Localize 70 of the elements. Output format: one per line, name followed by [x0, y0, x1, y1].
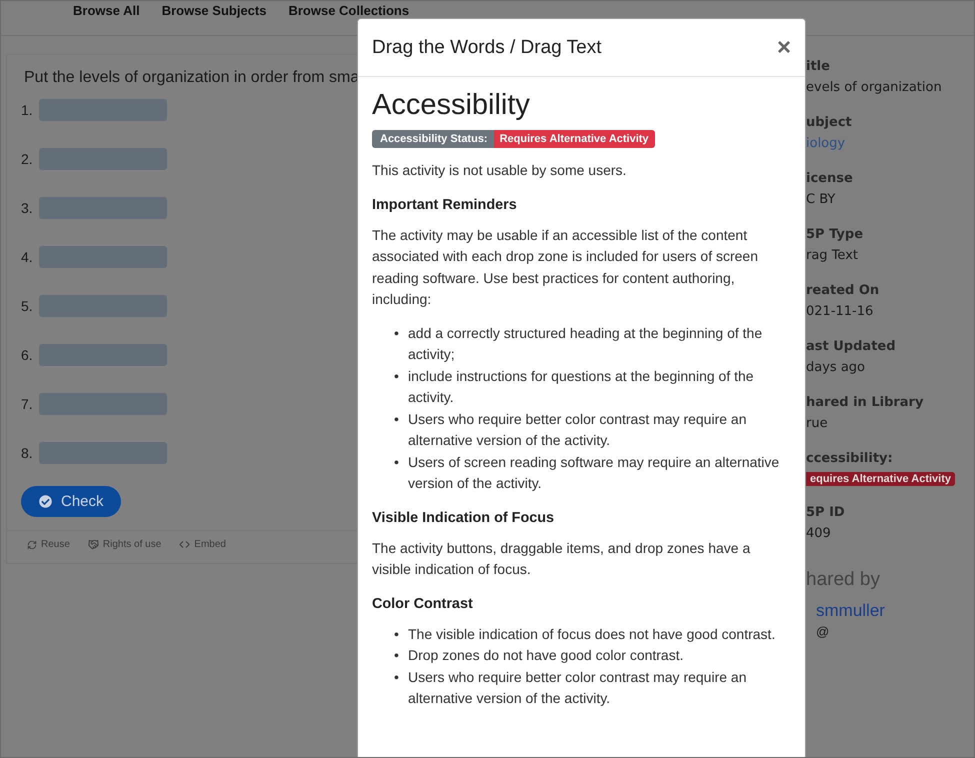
item-number: 1.: [21, 102, 34, 118]
item-number: 5.: [21, 298, 34, 314]
section-heading: Visible Indication of Focus: [372, 510, 556, 526]
section-heading: Important Reminders: [372, 196, 518, 212]
field-label: ccessibility:: [806, 450, 894, 468]
list-item: The visible indication of focus does not have good contrast.: [408, 624, 776, 644]
list-item: include instructions for questions at the beginning of the activity.: [408, 366, 755, 407]
list-bullet: •: [394, 452, 400, 472]
code-icon: [179, 539, 190, 550]
field-value: 021-11-16: [806, 303, 874, 321]
status-badge: Requires Alternative Activity: [494, 130, 655, 148]
field-label: ubject: [806, 114, 853, 132]
list-bullet: •: [394, 324, 400, 342]
reuse-icon: [27, 540, 37, 550]
section-heading: Color Contrast: [372, 596, 474, 612]
close-button[interactable]: ×: [776, 36, 791, 60]
field-value: rag Text: [806, 247, 859, 265]
modal-paragraph: The activity may be usable if an accessible list of the content associated with each drop zone is included for users of screen reading software. Use best practices for content authoring, including:: [372, 226, 759, 309]
field-label: icense: [806, 170, 854, 188]
user-link[interactable]: smmuller: [816, 601, 956, 621]
drop-zone[interactable]: [39, 99, 167, 121]
field-value: C BY: [806, 191, 836, 209]
field-label: hared in Library: [806, 394, 924, 412]
item-number: 6.: [21, 347, 34, 363]
footer-link[interactable]: Rights of use: [88, 539, 162, 550]
item-number: 2.: [21, 151, 34, 167]
drop-zone[interactable]: [39, 197, 167, 219]
drop-zone[interactable]: [39, 246, 167, 268]
field-value: evels of organization: [806, 79, 943, 97]
field-value: 409: [806, 525, 832, 543]
list-bullet: •: [394, 366, 400, 386]
status-badge: equires Alternative Activity: [806, 472, 956, 486]
dialog-heading: Accessibility: [372, 89, 531, 122]
nav-link[interactable]: Browse All: [73, 2, 140, 35]
field-label: 5P ID: [806, 504, 846, 522]
item-number: 8.: [21, 445, 34, 461]
list-item: Drop zones do not have good color contrast.: [408, 646, 684, 665]
field-label: 5P Type: [806, 226, 864, 244]
list-item: Users who require better color contrast may require an alternative version of the activity.: [408, 668, 748, 708]
item-number: 7.: [21, 396, 34, 412]
status-label: Accessibility Status:: [372, 130, 494, 148]
handshake-icon: [88, 539, 99, 550]
nav-link[interactable]: Browse Subjects: [162, 2, 266, 35]
field-label: ast Updated: [806, 338, 897, 356]
item-number: 4.: [21, 249, 34, 265]
field-value: days ago: [806, 359, 866, 377]
list-bullet: •: [394, 624, 400, 644]
footer-link[interactable]: Embed: [179, 539, 226, 550]
list-item: add a correctly structured heading at the beginning of the activity;: [408, 324, 764, 364]
drop-zone[interactable]: [39, 442, 167, 464]
field-label: reated On: [806, 282, 880, 300]
list-bullet: •: [394, 410, 400, 428]
footer-link[interactable]: Reuse: [27, 539, 70, 550]
drop-zone[interactable]: [39, 148, 167, 170]
check-button[interactable]: Check: [21, 486, 121, 517]
list-item: Users who require better color contrast may require an alternative version of the activity.: [408, 410, 748, 450]
intro-text: This activity is not usable by some users.: [372, 161, 628, 180]
user-handle: @: [816, 624, 830, 639]
dialog-title: Drag the Words / Drag Text: [372, 36, 602, 58]
list-bullet: •: [394, 668, 400, 686]
modal-paragraph: The activity buttons, draggable items, and drop zones have a visible indication of focus.: [372, 538, 752, 579]
field-label: itle: [806, 58, 831, 76]
drop-zone[interactable]: [39, 295, 167, 317]
field-value: rue: [806, 415, 829, 433]
drop-zone[interactable]: [39, 393, 167, 415]
list-bullet: •: [394, 646, 400, 665]
item-number: 3.: [21, 200, 34, 216]
list-item: Users of screen reading software may require an alternative version of the activity.: [408, 452, 780, 493]
shared-by-heading: hared by: [806, 569, 881, 591]
drop-zone[interactable]: [39, 344, 167, 366]
